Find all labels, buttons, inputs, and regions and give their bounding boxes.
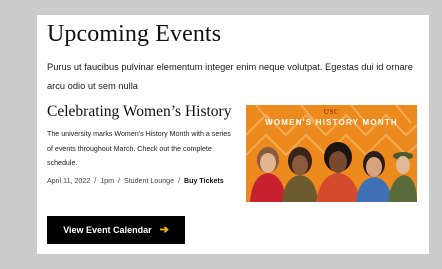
events-card: Upcoming Events Purus ut faucibus pulvin… bbox=[37, 15, 429, 254]
view-event-calendar-button[interactable]: View Event Calendar ➔ bbox=[47, 216, 185, 244]
event-date: April 11, 2022 bbox=[47, 176, 91, 185]
event-meta: April 11, 2022 / 1pm / Student Lounge / … bbox=[47, 177, 237, 185]
meta-separator: / bbox=[94, 176, 97, 185]
event-banner-image[interactable]: USC WOMEN'S HISTORY MONTH bbox=[246, 105, 417, 202]
event-time: 1pm bbox=[100, 176, 115, 185]
event-title[interactable]: Celebrating Women’s History bbox=[47, 103, 237, 121]
banner-logo: USC bbox=[323, 107, 340, 116]
banner-headline: WOMEN'S HISTORY MONTH bbox=[265, 118, 398, 127]
event-item: Celebrating Women’s History The universi… bbox=[47, 103, 237, 185]
section-intro: Purus ut faucibus pulvinar elementum int… bbox=[47, 62, 413, 91]
event-location: Student Lounge bbox=[123, 176, 175, 185]
section-heading: Upcoming Events bbox=[47, 21, 222, 47]
view-event-calendar-label: View Event Calendar bbox=[63, 225, 152, 235]
arrow-right-icon: ➔ bbox=[159, 223, 169, 236]
event-description: The university marks Women's History Mon… bbox=[47, 130, 231, 167]
meta-separator: / bbox=[118, 176, 120, 185]
meta-separator: / bbox=[178, 176, 181, 185]
buy-tickets-link[interactable]: Buy Tickets bbox=[184, 177, 224, 185]
